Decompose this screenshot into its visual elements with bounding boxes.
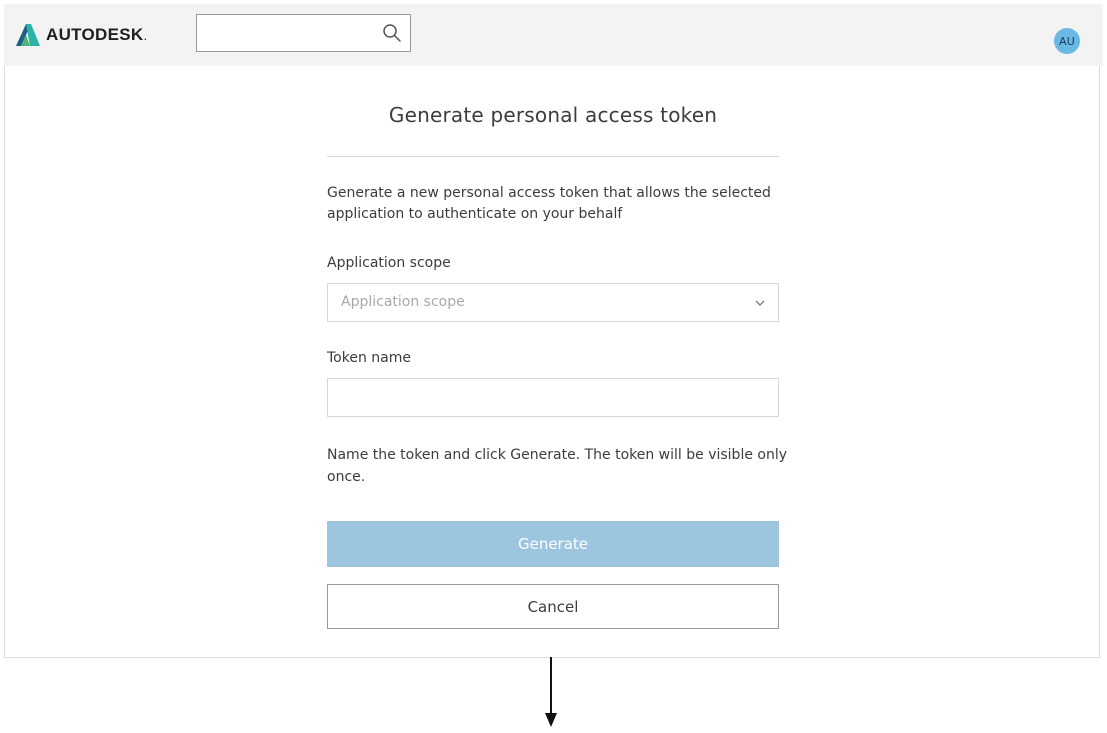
autodesk-logo[interactable]: AUTODESK. [16,22,147,48]
user-avatar[interactable]: AU [1054,28,1080,54]
application-scope-label: Application scope [327,255,451,271]
application-scope-select[interactable]: Application scope [327,283,779,322]
generate-button[interactable]: Generate [327,521,779,567]
form-description: Generate a new personal access token tha… [327,185,771,222]
brand-name: AUTODESK. [46,25,148,44]
search-box [196,14,411,52]
page-title: Generate personal access token [388,103,718,127]
cancel-button[interactable]: Cancel [327,584,779,629]
token-name-label: Token name [327,350,411,366]
top-navigation-bar: AUTODESK. AU [4,4,1103,66]
search-icon[interactable] [382,23,402,43]
down-arrow-icon [545,657,557,727]
application-scope-placeholder: Application scope [341,294,465,310]
chevron-down-icon [755,300,765,306]
search-input[interactable] [203,19,377,49]
token-hint-text: Name the token and click Generate. The t… [327,447,788,485]
token-name-input[interactable] [327,378,779,417]
autodesk-logo-icon [16,24,40,46]
title-divider [327,156,779,157]
